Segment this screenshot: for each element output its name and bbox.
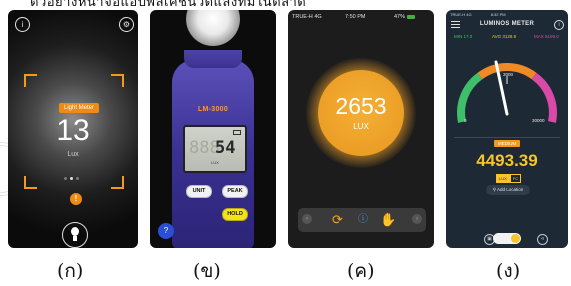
bulb-icon[interactable]: [62, 222, 88, 248]
help-icon[interactable]: ?: [158, 223, 174, 239]
lux-value: 2653: [335, 93, 387, 119]
sensor-mount: [184, 50, 242, 68]
hold-button[interactable]: HOLD: [222, 208, 248, 221]
frame-corner: [111, 176, 124, 189]
frame-corner: [24, 74, 37, 87]
warning-icon[interactable]: !: [70, 193, 82, 205]
clock: 7:50 PM: [345, 14, 366, 20]
battery-percent: 47%: [394, 14, 406, 20]
caption-1: (ก): [57, 260, 84, 282]
prev-arrow-icon[interactable]: ‹: [302, 214, 312, 224]
app-header: LUMINOS METER i: [446, 18, 568, 33]
bulb-icon: [511, 234, 520, 243]
network: 4G: [314, 14, 322, 20]
frame-corner: [111, 74, 124, 87]
model-label: LM-3000: [197, 106, 229, 113]
status-bar: TRUE-H 4G 7:50 PM 47%: [292, 14, 416, 20]
gear-icon[interactable]: ⚙: [119, 17, 134, 32]
share-icon[interactable]: ⋖: [537, 234, 548, 245]
gauge-low-segment: [457, 72, 483, 123]
battery-icon: [233, 130, 241, 135]
phone-screen-1: i ⚙ Light Meter 13 Lux !: [8, 10, 138, 248]
app-title: LUMINOS METER: [479, 21, 535, 27]
phone-screen-3: TRUE-H 4G 7:50 PM 47% 2653 LUX ‹ ⟳ ⓘ ✋ ›: [288, 10, 434, 248]
add-location-button[interactable]: ⚲ Add Location: [486, 185, 530, 195]
gauge-label-mid: 3000: [503, 72, 514, 77]
lux-unit: LUX: [353, 122, 369, 131]
level-badge: MEDIUM: [494, 140, 521, 147]
info-icon[interactable]: ⓘ: [358, 211, 368, 229]
caption-2: (ข): [193, 260, 221, 282]
lux-unit: Lux: [67, 151, 79, 158]
gauge-label-min: 0: [464, 118, 467, 123]
bottom-bar: ▣ ⋖: [446, 230, 568, 248]
divider: [454, 137, 560, 138]
toolbar: ‹ ⟳ ⓘ ✋ ›: [298, 208, 426, 232]
info-icon[interactable]: i: [15, 17, 30, 32]
refresh-icon[interactable]: ⟳: [332, 211, 343, 229]
status-bar: TRUE-H 4G 8:32 PM: [450, 12, 506, 17]
peak-button[interactable]: PEAK: [222, 185, 248, 198]
unit-switch: LUX FC: [496, 174, 522, 183]
caption-3: (ค): [347, 260, 375, 282]
lux-value: 4493.39: [476, 151, 538, 170]
carrier: TRUE-H: [292, 14, 313, 20]
light-toggle[interactable]: [493, 233, 521, 244]
lcd-unit: LUX: [211, 160, 219, 165]
gauge: [457, 60, 557, 123]
unit-lux-option[interactable]: LUX: [496, 174, 510, 183]
gauge-high-segment: [531, 72, 557, 123]
battery-icon: [407, 14, 416, 19]
lux-value: 13: [56, 114, 90, 147]
phone-screen-2: LM-3000 888 54 LUX UNIT PEAK HOLD ?: [150, 10, 276, 248]
lcd-reading: 54: [215, 138, 236, 158]
mode-badge: Light Meter: [59, 103, 100, 113]
phone-screen-4: TRUE-H 4G 8:32 PM LUMINOS METER i MIN 17…: [446, 10, 568, 248]
unit-button[interactable]: UNIT: [186, 185, 212, 198]
frame-corner: [24, 176, 37, 189]
lcd-display: 888 54 LUX: [183, 125, 247, 173]
header-text-fragment: ตัวอย่างหน้าจอแอปพลิเคชันวัดแสงที่มีในตล…: [30, 0, 307, 9]
info-icon[interactable]: i: [554, 20, 564, 30]
next-arrow-icon[interactable]: ›: [412, 214, 422, 224]
caption-4: (ง): [496, 260, 521, 282]
gauge-label-max: 30000: [532, 118, 545, 123]
hand-icon[interactable]: ✋: [380, 211, 396, 229]
light-sensor: [186, 10, 240, 46]
page-indicator: [64, 167, 82, 185]
unit-fc-option[interactable]: FC: [509, 174, 522, 183]
